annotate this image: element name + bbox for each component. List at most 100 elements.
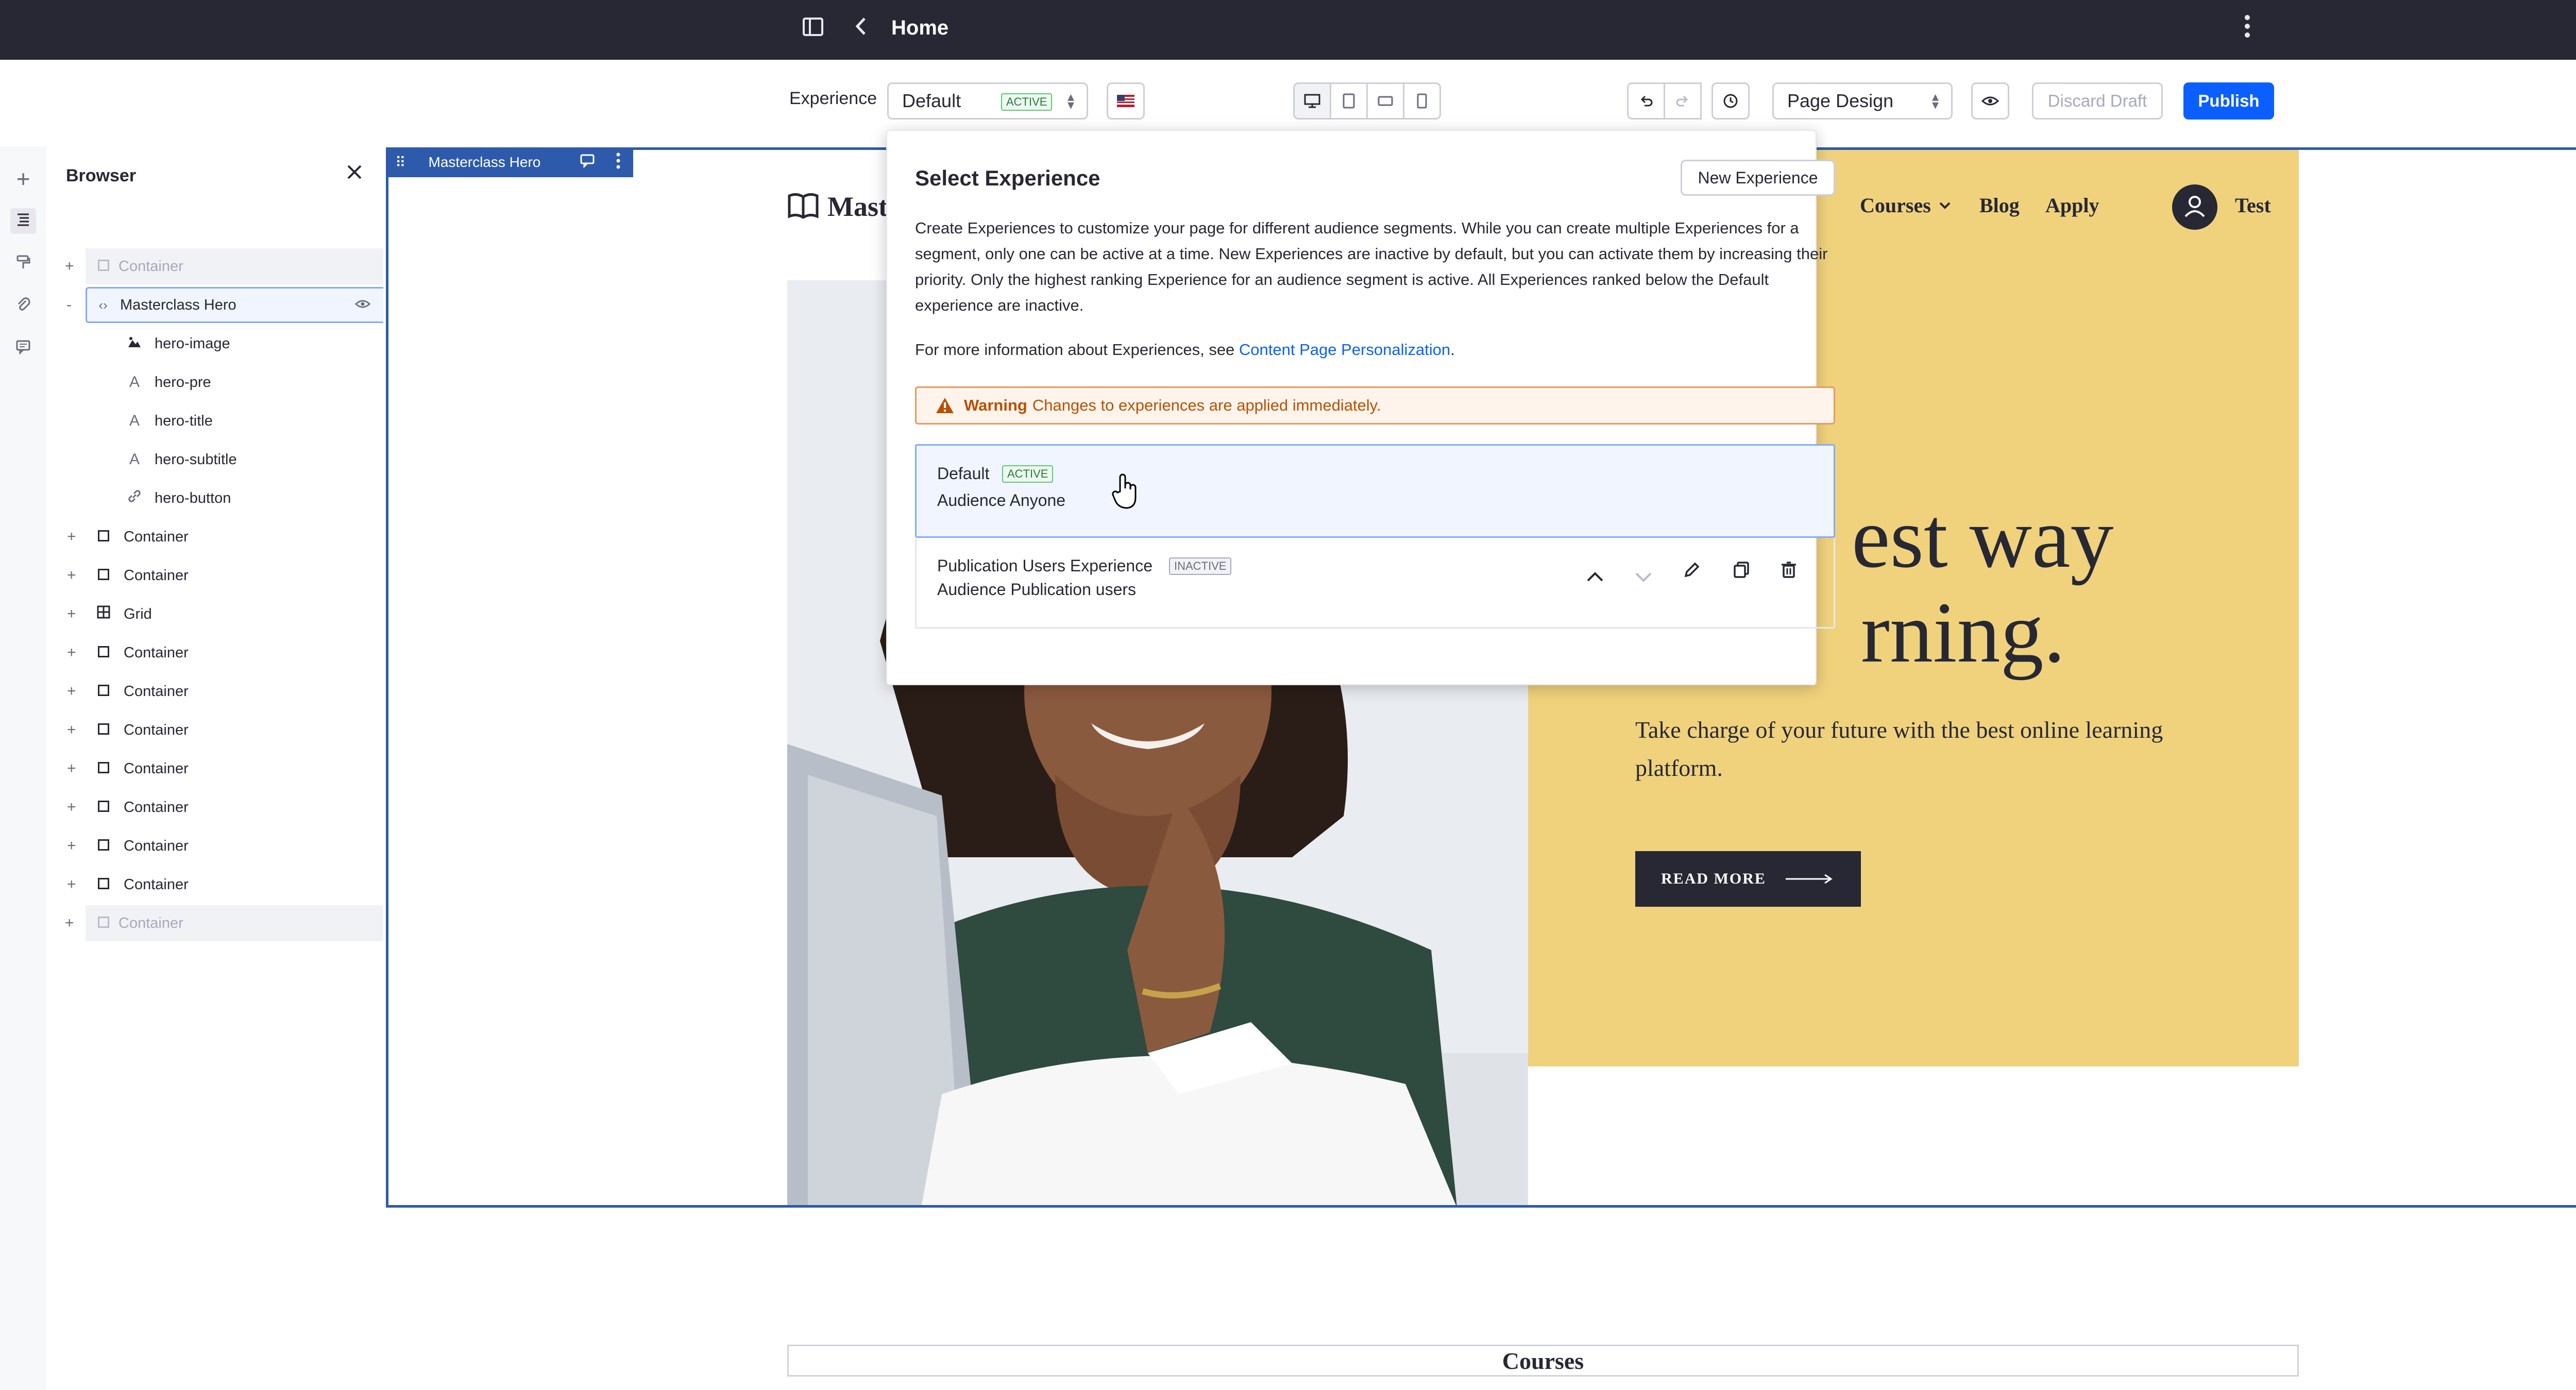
fragment-topper[interactable]: ⠿ Masterclass Hero xyxy=(386,147,633,177)
move-up-icon[interactable] xyxy=(1586,565,1604,588)
move-down-icon[interactable] xyxy=(1634,565,1653,588)
expand-icon[interactable]: + xyxy=(67,605,76,623)
container-icon xyxy=(96,567,111,584)
expand-icon[interactable]: + xyxy=(67,528,76,546)
expand-icon[interactable]: + xyxy=(67,876,76,893)
text-icon: A xyxy=(129,374,140,391)
redo-button[interactable] xyxy=(1664,82,1702,120)
language-selector[interactable] xyxy=(1107,82,1145,120)
comments-icon[interactable] xyxy=(10,336,36,362)
tree-item-container[interactable]: + Container xyxy=(46,519,383,555)
container-icon xyxy=(96,760,111,777)
experience-status-badge: ACTIVE xyxy=(1002,465,1054,483)
expand-icon[interactable]: + xyxy=(67,721,76,739)
landscape-phone-view-button[interactable] xyxy=(1366,82,1404,120)
tree-item-label: Container xyxy=(124,760,189,777)
tree-item-container[interactable]: + Container xyxy=(46,712,383,748)
close-icon[interactable] xyxy=(344,162,365,185)
tree-item-hero-subtitle[interactable]: A hero-subtitle xyxy=(46,442,383,478)
comment-icon[interactable] xyxy=(580,154,595,172)
experience-name: Default xyxy=(937,464,990,483)
new-experience-button[interactable]: New Experience xyxy=(1681,160,1835,196)
tree-item-container[interactable]: + Container xyxy=(46,828,383,864)
paperclip-icon[interactable] xyxy=(10,294,36,319)
eye-icon[interactable] xyxy=(354,297,371,314)
portrait-phone-view-button[interactable] xyxy=(1403,82,1441,120)
tree-item-hero-pre[interactable]: A hero-pre xyxy=(46,364,383,400)
browser-tree-icon[interactable] xyxy=(10,208,36,234)
expand-icon[interactable]: + xyxy=(67,837,76,855)
container-icon xyxy=(96,837,111,855)
undo-button[interactable] xyxy=(1627,82,1665,120)
history-button[interactable] xyxy=(1711,82,1750,120)
tree-item-masterclass-hero[interactable]: - ‹› Masterclass Hero xyxy=(66,287,410,323)
portrait-phone-icon xyxy=(1417,93,1427,109)
page-design-selector[interactable]: Page Design ▴ ▾ xyxy=(1772,82,1953,120)
container-icon xyxy=(96,644,111,662)
tree-item-grid[interactable]: + Grid xyxy=(46,596,383,632)
trash-icon[interactable] xyxy=(1780,561,1798,584)
duplicate-icon[interactable] xyxy=(1732,561,1751,584)
select-arrows-icon: ▴ ▾ xyxy=(1931,89,1939,112)
back-chevron-icon[interactable] xyxy=(853,13,869,45)
tree-item-container[interactable]: + Container xyxy=(65,248,410,284)
expand-icon[interactable]: + xyxy=(65,914,74,932)
more-info-suffix: . xyxy=(1450,341,1455,359)
tree-item-container[interactable]: + Container xyxy=(46,673,383,709)
tree-item-container[interactable]: + Container xyxy=(46,557,383,594)
expand-icon[interactable]: + xyxy=(67,799,76,816)
preview-button[interactable] xyxy=(1971,82,2009,120)
tree-item-label: Container xyxy=(124,876,189,893)
collapse-icon[interactable]: - xyxy=(66,296,72,314)
tree-item-hero-image[interactable]: hero-image xyxy=(46,326,383,362)
kebab-menu-icon[interactable] xyxy=(2243,12,2251,49)
warning-label: Warning xyxy=(964,396,1027,414)
expand-icon[interactable]: + xyxy=(67,644,76,662)
more-info-text: For more information about Experiences, … xyxy=(915,337,1455,363)
tablet-view-button[interactable] xyxy=(1330,82,1368,120)
publish-button[interactable]: Publish xyxy=(2183,82,2274,120)
tree-item-container[interactable]: + Container xyxy=(46,867,383,903)
text-icon: A xyxy=(129,412,140,429)
drag-handle-icon[interactable]: ⠿ xyxy=(395,154,406,171)
kebab-menu-icon[interactable] xyxy=(616,152,621,173)
undo-icon xyxy=(1640,95,1653,107)
tree-item-label: hero-pre xyxy=(155,374,211,391)
edit-pencil-icon[interactable] xyxy=(1683,561,1701,584)
desktop-view-button[interactable] xyxy=(1293,82,1331,120)
sidebar-toggle-icon[interactable] xyxy=(802,15,824,38)
tree-item-hero-button[interactable]: hero-button xyxy=(46,480,383,516)
us-flag-icon xyxy=(1117,95,1134,107)
expand-icon[interactable]: + xyxy=(67,760,76,777)
tree-item-label: Container xyxy=(124,799,189,816)
tree-item-label: Container xyxy=(124,683,189,700)
content-page-personalization-link[interactable]: Content Page Personalization xyxy=(1239,341,1450,359)
tree-item-hero-title[interactable]: A hero-title xyxy=(46,403,383,439)
paint-roller-icon[interactable] xyxy=(10,251,36,277)
tree-item-container[interactable]: + Container xyxy=(46,789,383,825)
tree-item-container[interactable]: + Container xyxy=(46,751,383,787)
sidebar-rail: + xyxy=(0,146,48,1390)
tree-item-label: hero-title xyxy=(155,412,213,429)
container-icon xyxy=(96,876,111,893)
experience-audience: Audience Publication users xyxy=(937,580,1137,599)
tree-item-label: hero-subtitle xyxy=(155,451,237,468)
tree-item-label: Container xyxy=(124,644,189,661)
expand-icon[interactable]: + xyxy=(67,567,76,584)
warning-alert: Warning Changes to experiences are appli… xyxy=(915,386,1835,425)
experience-status-badge: INACTIVE xyxy=(1169,557,1232,575)
experience-selector-value: Default xyxy=(902,90,961,111)
experience-item-default[interactable]: Default ACTIVE Audience Anyone xyxy=(915,444,1835,538)
experience-selector[interactable]: Default ACTIVE ▴ ▾ xyxy=(887,82,1088,120)
discard-draft-button[interactable]: Discard Draft xyxy=(2032,82,2163,120)
expand-icon[interactable]: + xyxy=(65,258,74,275)
browser-panel: Browser + Container - ‹› Masterclass Her… xyxy=(46,146,410,1390)
tree-item-container[interactable]: + Container xyxy=(65,905,410,941)
experience-description: Create Experiences to customize your pag… xyxy=(915,219,1828,314)
container-icon xyxy=(96,799,111,816)
landscape-phone-icon xyxy=(1378,96,1393,106)
expand-icon[interactable]: + xyxy=(67,683,76,700)
add-fragment-icon[interactable]: + xyxy=(10,166,36,192)
tree-item-container[interactable]: + Container xyxy=(46,635,383,671)
page-title: Home xyxy=(891,16,949,39)
